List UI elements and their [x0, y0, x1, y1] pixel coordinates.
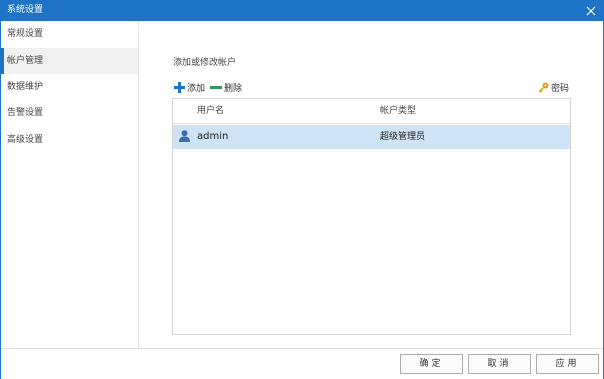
- user-icon: [179, 130, 190, 142]
- sidebar-item-accounts[interactable]: 帐户管理: [1, 48, 138, 74]
- sidebar-item-alarm[interactable]: 告警设置: [1, 100, 138, 126]
- cancel-button[interactable]: 取消: [468, 354, 531, 374]
- password-button[interactable]: 密码: [538, 80, 569, 94]
- sidebar-item-general[interactable]: 常规设置: [1, 21, 138, 47]
- close-icon[interactable]: [583, 3, 599, 19]
- sidebar: 常规设置 帐户管理 数据维护 告警设置 高级设置: [1, 21, 139, 348]
- plus-icon: [174, 81, 185, 93]
- ok-button[interactable]: 确定: [400, 354, 463, 374]
- apply-button[interactable]: 应用: [536, 354, 599, 374]
- title-bar[interactable]: 系统设置: [1, 1, 603, 21]
- table-row[interactable]: admin 超级管理员: [173, 125, 570, 149]
- main-panel: 添加或修改帐户 添加 删除 密码 用户名 帐户类型 admin 超级管理员: [140, 21, 603, 348]
- column-header-username[interactable]: 用户名: [197, 99, 224, 124]
- row-username: admin: [197, 131, 229, 142]
- window-title: 系统设置: [7, 5, 44, 15]
- password-button-label: 密码: [551, 83, 570, 94]
- delete-button-label: 删除: [224, 83, 243, 94]
- settings-dialog: 系统设置 常规设置 帐户管理 数据维护 告警设置 高级设置 添加或修改帐户 添加…: [0, 0, 604, 379]
- section-title: 添加或修改帐户: [173, 58, 237, 68]
- column-header-account-type[interactable]: 帐户类型: [380, 99, 416, 124]
- add-button-label: 添加: [187, 83, 206, 94]
- add-button[interactable]: 添加: [174, 80, 205, 94]
- accounts-table: 用户名 帐户类型 admin 超级管理员: [172, 98, 571, 335]
- table-header: 用户名 帐户类型: [173, 99, 570, 124]
- footer-bar: 确定 取消 应用: [1, 348, 603, 379]
- delete-button[interactable]: 删除: [210, 80, 242, 94]
- sidebar-item-data-maintenance[interactable]: 数据维护: [1, 74, 138, 100]
- key-icon: [538, 82, 549, 93]
- sidebar-item-advanced[interactable]: 高级设置: [1, 127, 138, 153]
- minus-icon: [210, 85, 222, 89]
- row-account-type: 超级管理员: [380, 132, 426, 142]
